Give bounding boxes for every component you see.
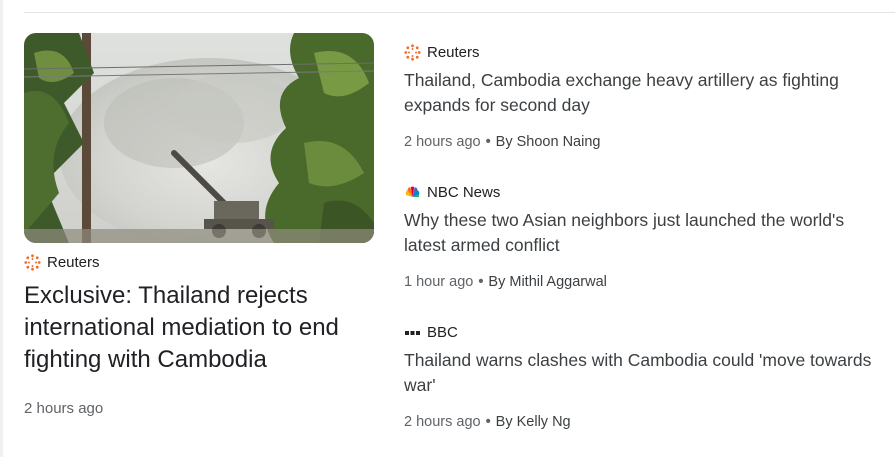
source-name: NBC News <box>427 183 501 201</box>
timestamp: 2 hours ago <box>24 400 104 417</box>
story-card[interactable]: BBC Thailand warns clashes with Cambodia… <box>404 322 884 431</box>
timestamp: 2 hours ago <box>404 414 481 430</box>
story-card[interactable]: Reuters Thailand, Cambodia exchange heav… <box>404 42 884 151</box>
story-meta: 2 hours ago • By Shoon Naing <box>404 134 884 150</box>
bbc-blocks-icon <box>404 324 421 341</box>
timestamp: 1 hour ago <box>404 274 474 290</box>
timestamp: 2 hours ago <box>404 134 481 150</box>
story-headline[interactable]: Thailand, Cambodia exchange heavy artill… <box>404 68 884 118</box>
story-meta: 1 hour ago • By Mithil Aggarwal <box>404 274 884 290</box>
featured-headline[interactable]: Exclusive: Thailand rejects internationa… <box>24 280 374 376</box>
story-source[interactable]: BBC <box>404 322 884 342</box>
source-name: BBC <box>427 323 458 341</box>
author: By Mithil Aggarwal <box>488 274 607 290</box>
featured-source[interactable]: Reuters <box>24 254 376 271</box>
artillery-smoke-photo <box>24 33 374 243</box>
meta-separator: • <box>485 134 491 150</box>
reuters-logo-icon <box>24 254 41 271</box>
featured-story[interactable]: Reuters Exclusive: Thailand rejects inte… <box>24 33 376 417</box>
author: By Shoon Naing <box>495 134 601 150</box>
reuters-logo-icon <box>404 43 421 61</box>
source-name: Reuters <box>427 43 480 61</box>
top-divider <box>24 12 895 13</box>
source-name: Reuters <box>47 254 100 271</box>
story-headline[interactable]: Why these two Asian neighbors just launc… <box>404 208 884 258</box>
meta-separator: • <box>478 274 484 290</box>
story-card[interactable]: NBC News Why these two Asian neighbors j… <box>404 182 884 291</box>
featured-image[interactable] <box>24 33 374 243</box>
left-edge-strip <box>0 0 3 457</box>
story-headline[interactable]: Thailand warns clashes with Cambodia cou… <box>404 348 884 398</box>
story-source[interactable]: NBC News <box>404 182 884 202</box>
story-meta: 2 hours ago • By Kelly Ng <box>404 414 884 430</box>
author: By Kelly Ng <box>495 414 571 430</box>
meta-separator: • <box>485 414 491 430</box>
nbc-peacock-icon <box>404 184 421 201</box>
story-source[interactable]: Reuters <box>404 42 884 62</box>
